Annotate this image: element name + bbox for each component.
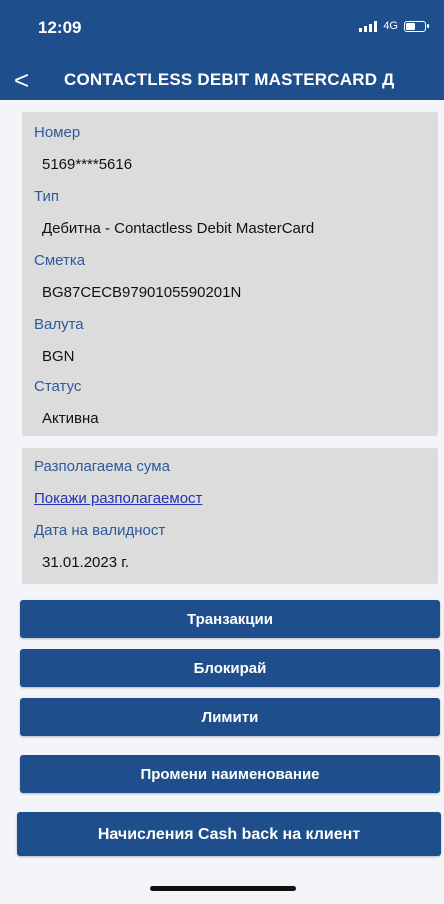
account-label: Сметка	[34, 252, 86, 269]
cashback-button[interactable]: Начисления Cash back на клиент	[17, 812, 441, 856]
validity-value: 31.01.2023 г.	[42, 554, 130, 571]
card-details-panel: Номер 5169****5616 Тип Дебитна - Contact…	[22, 112, 438, 436]
type-value: Дебитна - Contactless Debit MasterCard	[42, 220, 315, 237]
number-value: 5169****5616	[42, 156, 133, 173]
home-indicator[interactable]	[150, 886, 296, 891]
validity-label: Дата на валидност	[34, 522, 166, 539]
status-time: 12:09	[38, 18, 82, 37]
show-availability-link[interactable]: Покажи разполагаемост	[34, 490, 202, 507]
currency-value: BGN	[42, 348, 75, 365]
available-label: Разполагаема сума	[34, 458, 170, 475]
signal-bars-icon	[359, 20, 378, 32]
battery-icon	[404, 20, 429, 32]
nav-bar: < CONTACTLESS DEBIT MASTERCARD Д	[0, 62, 444, 100]
rename-button[interactable]: Промени наименование	[20, 755, 440, 793]
block-button[interactable]: Блокирай	[20, 649, 440, 687]
account-value: BG87CECB9790105590201N	[42, 284, 242, 301]
system-icons: 4G	[359, 20, 429, 32]
type-label: Тип	[34, 188, 60, 205]
transactions-button[interactable]: Транзакции	[20, 600, 440, 638]
number-label: Номер	[34, 124, 81, 141]
page-title: CONTACTLESS DEBIT MASTERCARD Д	[64, 70, 395, 89]
availability-panel: Разполагаема сума Покажи разполагаемост …	[22, 448, 438, 584]
chevron-left-icon[interactable]: <	[14, 65, 29, 95]
status-label: Статус	[34, 378, 82, 395]
status-value: Активна	[42, 410, 99, 427]
status-bar: 12:09 4G	[0, 0, 444, 62]
limits-button[interactable]: Лимити	[20, 698, 440, 736]
currency-label: Валута	[34, 316, 84, 333]
network-type: 4G	[383, 20, 398, 32]
